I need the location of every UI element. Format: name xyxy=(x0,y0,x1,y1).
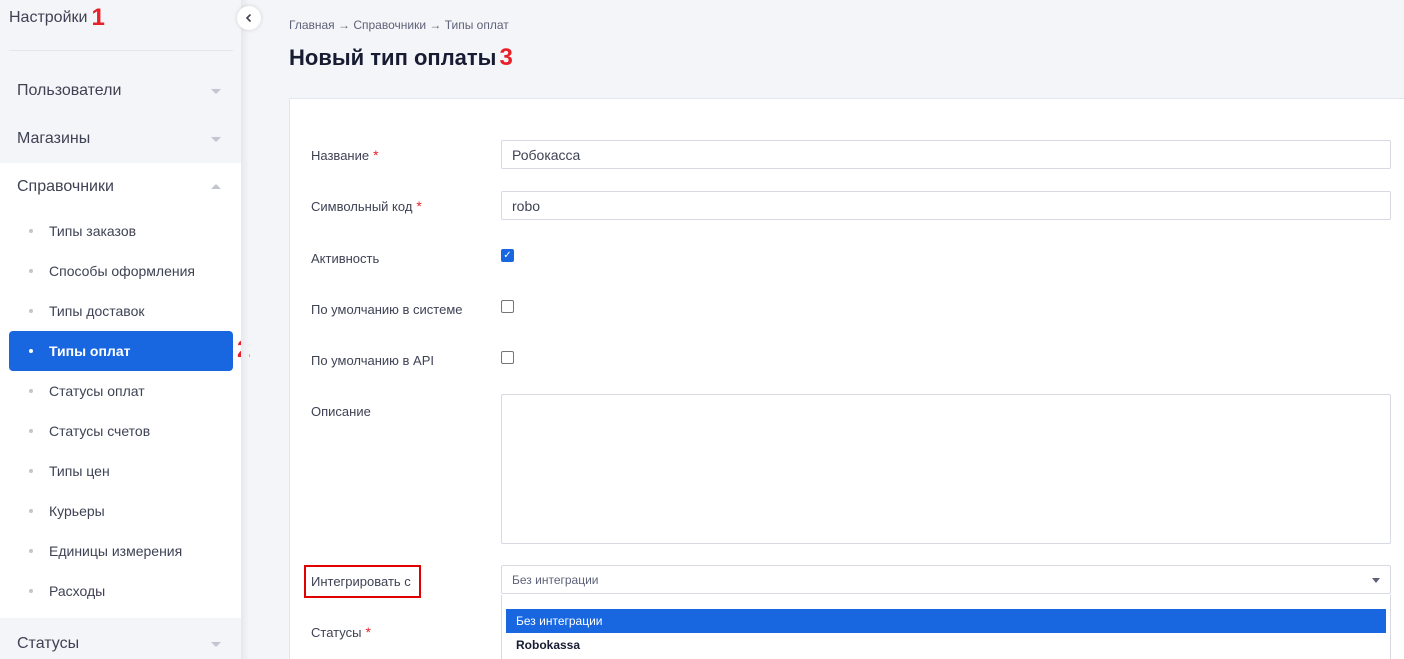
active-checkbox[interactable]: ✓ xyxy=(501,249,514,262)
chevron-down-icon xyxy=(211,642,221,647)
bullet-icon xyxy=(29,589,33,593)
sidebar-header: Настройки 1 xyxy=(9,2,105,34)
bullet-icon xyxy=(29,309,33,313)
bullet-icon xyxy=(29,549,33,553)
sidebar-item-label: Курьеры xyxy=(49,503,105,519)
chevron-down-icon xyxy=(211,137,221,142)
required-mark: * xyxy=(373,147,379,163)
sidebar-title: Настройки xyxy=(9,9,88,26)
description-label: Описание xyxy=(311,404,371,419)
breadcrumb: Главная → Справочники → Типы оплат xyxy=(289,18,509,32)
sidebar-item-order-types[interactable]: Типы заказов xyxy=(9,211,233,251)
bullet-icon xyxy=(29,389,33,393)
chevron-left-icon xyxy=(245,13,252,23)
sidebar-item-payment-types[interactable]: Типы оплат xyxy=(9,331,233,371)
default-system-label: По умолчанию в системе xyxy=(311,302,463,317)
statuses-label-text: Статусы xyxy=(311,624,362,640)
annotation-marker: 1 xyxy=(91,4,105,31)
chevron-up-icon xyxy=(211,184,221,189)
sidebar-item-label: Типы цен xyxy=(49,463,110,479)
divider xyxy=(9,50,233,51)
bullet-icon xyxy=(29,349,33,353)
sidebar-item-expenses[interactable]: Расходы xyxy=(9,571,233,611)
page-title: Новый тип оплаты xyxy=(289,45,497,70)
default-api-label: По умолчанию в API xyxy=(311,353,434,368)
required-mark: * xyxy=(365,624,371,640)
sidebar-group-label: Статусы xyxy=(17,635,80,652)
default-system-checkbox[interactable] xyxy=(501,300,514,313)
statuses-label: Статусы * xyxy=(311,624,371,640)
bullet-icon xyxy=(29,509,33,513)
bullet-icon xyxy=(29,469,33,473)
required-mark: * xyxy=(416,198,422,214)
name-input[interactable] xyxy=(501,140,1391,169)
dropdown-option[interactable]: Без интеграции xyxy=(506,609,1386,633)
sidebar-item-label: Единицы измерения xyxy=(49,543,183,559)
sidebar-item-label: Способы оформления xyxy=(49,263,195,279)
sidebar-edge xyxy=(241,0,249,659)
sidebar-group-shops[interactable]: Магазины xyxy=(0,115,241,163)
sidebar-item-label: Типы доставок xyxy=(49,303,145,319)
integrate-label: Интегрировать с xyxy=(311,574,411,589)
annotation-marker: 3 xyxy=(499,44,513,71)
sidebar-item-checkout-methods[interactable]: Способы оформления xyxy=(9,251,233,291)
default-api-checkbox[interactable] xyxy=(501,351,514,364)
bullet-icon xyxy=(29,269,33,273)
sidebar-item-label: Типы заказов xyxy=(49,223,137,239)
form-card: Название* Символьный код* Активность ✓ П… xyxy=(289,98,1404,659)
bullet-icon xyxy=(29,229,33,233)
sidebar-item-delivery-types[interactable]: Типы доставок xyxy=(9,291,233,331)
sidebar-group-label: Справочники xyxy=(17,178,114,195)
code-label-text: Символьный код xyxy=(311,198,413,214)
sidebar-item-label: Статусы оплат xyxy=(49,383,145,399)
integrate-dropdown: Без интеграции Robokassa xyxy=(501,595,1391,659)
name-label: Название * xyxy=(311,147,379,163)
chevron-down-icon xyxy=(211,89,221,94)
sidebar-item-invoice-statuses[interactable]: Статусы счетов xyxy=(9,411,233,451)
sidebar-item-label: Расходы xyxy=(49,583,106,599)
sidebar: Настройки 1 Пользователи Магазины Справо… xyxy=(0,0,241,659)
sidebar-item-units[interactable]: Единицы измерения xyxy=(9,531,233,571)
name-label-text: Название xyxy=(311,147,370,163)
sidebar-group-label: Пользователи xyxy=(17,82,122,99)
description-textarea[interactable] xyxy=(501,394,1391,544)
sidebar-item-label: Статусы счетов xyxy=(49,423,151,439)
code-label: Символьный код * xyxy=(311,198,422,214)
code-input[interactable] xyxy=(501,191,1391,220)
sidebar-item-couriers[interactable]: Курьеры xyxy=(9,491,233,531)
sidebar-collapse-button[interactable] xyxy=(237,6,261,30)
active-label: Активность xyxy=(311,251,380,266)
page-title-row: Новый тип оплаты 3 xyxy=(289,44,513,72)
sidebar-item-price-types[interactable]: Типы цен xyxy=(9,451,233,491)
sidebar-group-statuses[interactable]: Статусы xyxy=(0,620,241,659)
sidebar-group-directories[interactable]: Справочники xyxy=(0,163,241,211)
sidebar-item-payment-statuses[interactable]: Статусы оплат xyxy=(9,371,233,411)
bullet-icon xyxy=(29,429,33,433)
integrate-select-value: Без интеграции xyxy=(512,572,599,587)
sidebar-group-label: Магазины xyxy=(17,130,91,147)
chevron-down-icon xyxy=(1372,578,1380,583)
dropdown-option[interactable]: Robokassa xyxy=(506,633,1386,657)
integrate-select[interactable]: Без интеграции xyxy=(501,565,1391,594)
sidebar-group-users[interactable]: Пользователи xyxy=(0,67,241,115)
sidebar-item-label: Типы оплат xyxy=(49,343,131,359)
